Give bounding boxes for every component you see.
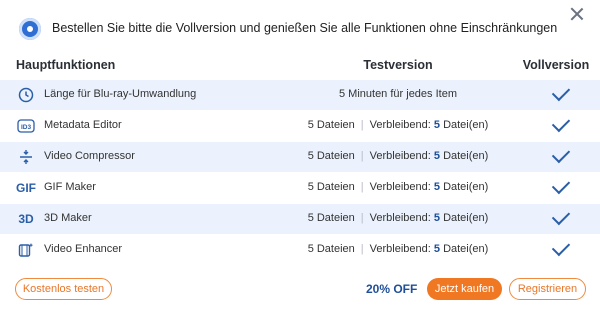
dialog-footer: Kostenlos testen 20% OFF Jetzt kaufen Re… <box>0 275 600 305</box>
table-row: Video Enhancer 5 Dateien | Verbleibend: 5 … <box>0 235 600 266</box>
checkmark-icon <box>551 175 571 195</box>
checkmark-icon <box>551 82 571 102</box>
header-full: Vollversion <box>522 58 590 72</box>
close-icon[interactable] <box>569 6 585 22</box>
remaining-unit: Datei(en) <box>443 243 489 255</box>
remaining-count: 5 <box>433 243 440 255</box>
svg-text:ID3: ID3 <box>21 124 32 131</box>
remaining-unit: Datei(en) <box>443 181 489 193</box>
separator: | <box>360 150 364 162</box>
trial-files: 5 Dateien <box>307 181 355 193</box>
discount-label: 20% OFF <box>366 282 418 296</box>
separator: | <box>360 119 364 131</box>
remaining-label: Verbleibend: <box>369 212 431 224</box>
separator: | <box>360 243 364 255</box>
separator: | <box>360 212 364 224</box>
register-button[interactable]: Registrieren <box>509 278 586 300</box>
trial-limit: 5 Dateien | Verbleibend: 5 Datei(en) <box>308 150 489 162</box>
header-features: Hauptfunktionen <box>16 58 116 72</box>
buy-now-button[interactable]: Jetzt kaufen <box>427 278 502 300</box>
3d-icon: 3D <box>18 212 34 226</box>
checkmark-icon <box>551 206 571 226</box>
dialog-topbar: Bestellen Sie bitte die Vollversion und … <box>0 0 600 53</box>
table-row: Video Compressor 5 Dateien | Verbleibend: … <box>0 142 600 173</box>
trial-limit: 5 Dateien | Verbleibend: 5 Datei(en) <box>308 212 489 224</box>
remaining-label: Verbleibend: <box>369 119 431 131</box>
trial-files: 5 Dateien <box>307 119 355 131</box>
trial-limit: 5 Dateien | Verbleibend: 5 Datei(en) <box>308 243 489 255</box>
upgrade-banner-text: Bestellen Sie bitte die Vollversion und … <box>52 21 558 35</box>
clock-icon <box>16 87 36 103</box>
upgrade-dialog: Bestellen Sie bitte die Vollversion und … <box>0 0 600 311</box>
disc-logo-icon <box>19 18 41 40</box>
table-row: ID3 Metadata Editor 5 Dateien | Verbleiben… <box>0 111 600 142</box>
remaining-count: 5 <box>433 150 440 162</box>
trial-limit: 5 Dateien | Verbleibend: 5 Datei(en) <box>308 119 489 131</box>
trial-files: 5 Dateien <box>307 212 355 224</box>
trial-limit-text: 5 Minuten für jedes Item <box>338 88 458 100</box>
feature-name: 3D Maker <box>44 212 92 224</box>
feature-name: Video Enhancer <box>44 243 123 255</box>
table-row: Länge für Blu-ray-Umwandlung 5 Minuten f… <box>0 80 600 111</box>
remaining-count: 5 <box>433 181 440 193</box>
gif-icon: GIF <box>16 181 36 195</box>
trial-limit: 5 Minuten für jedes Item <box>339 88 457 100</box>
feature-table: Länge für Blu-ray-Umwandlung 5 Minuten f… <box>0 80 600 266</box>
compress-icon <box>16 149 36 165</box>
remaining-label: Verbleibend: <box>369 150 431 162</box>
table-row: GIF GIF Maker 5 Dateien | Verbleibend: 5 D… <box>0 173 600 204</box>
checkmark-icon <box>551 144 571 164</box>
id3-icon: ID3 <box>16 118 36 134</box>
remaining-unit: Datei(en) <box>443 212 489 224</box>
table-header: Hauptfunktionen Testversion Vollversion <box>0 53 600 79</box>
enhance-icon <box>16 242 36 258</box>
feature-name: Video Compressor <box>44 150 135 162</box>
trial-files: 5 Dateien <box>307 243 355 255</box>
feature-name: Länge für Blu-ray-Umwandlung <box>44 88 197 100</box>
free-trial-button[interactable]: Kostenlos testen <box>15 278 112 300</box>
remaining-unit: Datei(en) <box>443 150 489 162</box>
trial-limit: 5 Dateien | Verbleibend: 5 Datei(en) <box>308 181 489 193</box>
separator: | <box>360 181 364 193</box>
feature-name: GIF Maker <box>44 181 96 193</box>
table-row: 3D 3D Maker 5 Dateien | Verbleibend: 5 Dat… <box>0 204 600 235</box>
checkmark-icon <box>551 237 571 257</box>
remaining-label: Verbleibend: <box>369 243 431 255</box>
feature-name: Metadata Editor <box>44 119 122 131</box>
header-trial: Testversion <box>363 58 433 72</box>
remaining-count: 5 <box>433 119 440 131</box>
trial-files: 5 Dateien <box>307 150 355 162</box>
checkmark-icon <box>551 113 571 133</box>
remaining-unit: Datei(en) <box>443 119 489 131</box>
remaining-count: 5 <box>433 212 440 224</box>
remaining-label: Verbleibend: <box>369 181 431 193</box>
